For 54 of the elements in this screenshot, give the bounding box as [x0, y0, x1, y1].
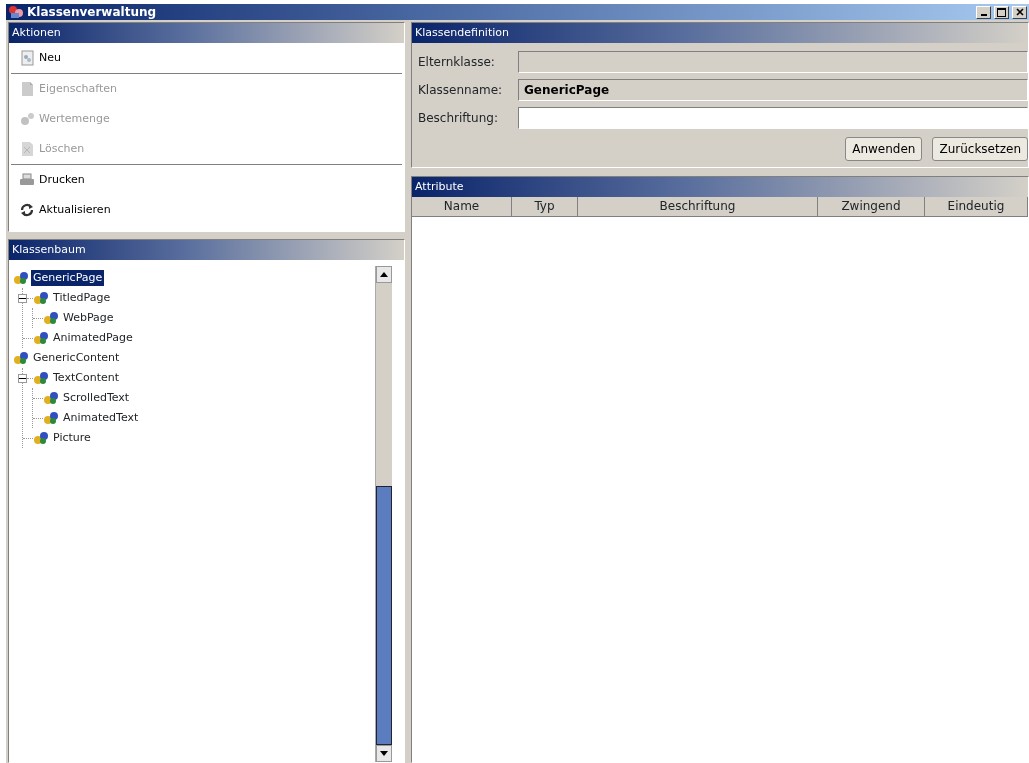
app-icon — [8, 5, 24, 19]
field-label: Beschriftung: — [418, 110, 499, 127]
scrollbar[interactable] — [375, 266, 392, 762]
collapse-toggle[interactable] — [18, 293, 27, 303]
column-header[interactable]: Eindeutig — [925, 197, 1028, 217]
class-icon — [43, 411, 59, 425]
tree-item[interactable]: GenericPage — [31, 269, 105, 287]
field-label: Klassenname: — [418, 82, 504, 99]
minimize-button[interactable] — [976, 5, 991, 19]
input-field[interactable] — [518, 107, 1028, 129]
collapse-toggle[interactable] — [18, 373, 27, 383]
class-icon — [33, 331, 49, 345]
action-item[interactable]: Aktualisieren — [9, 195, 404, 225]
tree-item[interactable]: WebPage — [61, 309, 116, 327]
new-document-icon — [19, 50, 35, 66]
field-label: Elternklasse: — [418, 54, 496, 71]
close-icon — [1015, 8, 1024, 16]
class-icon — [43, 391, 59, 405]
input-field[interactable] — [518, 51, 1028, 73]
maximize-button[interactable] — [994, 5, 1009, 19]
column-header[interactable]: Zwingend — [818, 197, 925, 217]
class-icon — [13, 351, 29, 365]
action-item[interactable]: Neu — [9, 43, 404, 73]
action-item: Löschen — [9, 134, 404, 164]
close-button[interactable] — [1012, 5, 1027, 19]
column-header[interactable]: Beschriftung — [578, 197, 818, 217]
printer-icon — [19, 172, 35, 188]
tree-item[interactable]: TextContent — [51, 369, 121, 387]
class-icon — [13, 271, 29, 285]
document-icon — [19, 141, 35, 157]
arrow-down-icon — [380, 751, 388, 756]
action-item[interactable]: Drucken — [9, 165, 404, 195]
refresh-icon — [19, 202, 35, 218]
window-title: Klassenverwaltung — [27, 4, 157, 21]
document-icon — [19, 81, 35, 97]
class-icon — [43, 311, 59, 325]
tree-item[interactable]: TitledPage — [51, 289, 113, 307]
action-button[interactable]: Anwenden — [845, 137, 923, 161]
class-icon — [33, 291, 49, 305]
column-header[interactable]: Name — [412, 197, 512, 217]
action-item: Eigenschaften — [9, 74, 404, 104]
column-header[interactable]: Typ — [512, 197, 578, 217]
tree-item[interactable]: AnimatedPage — [51, 329, 135, 347]
action-button[interactable]: Zurücksetzen — [932, 137, 1028, 161]
tree-item[interactable]: ScrolledText — [61, 389, 132, 407]
tree-item[interactable]: GenericContent — [31, 349, 122, 367]
class-icon — [33, 431, 49, 445]
maximize-icon — [997, 7, 1006, 17]
tree-item[interactable]: Picture — [51, 429, 93, 447]
tree-item[interactable]: AnimatedText — [61, 409, 141, 427]
arrow-up-icon — [380, 272, 388, 277]
class-icon — [33, 371, 49, 385]
input-field[interactable]: GenericPage — [518, 79, 1028, 101]
action-item: Wertemenge — [9, 104, 404, 134]
